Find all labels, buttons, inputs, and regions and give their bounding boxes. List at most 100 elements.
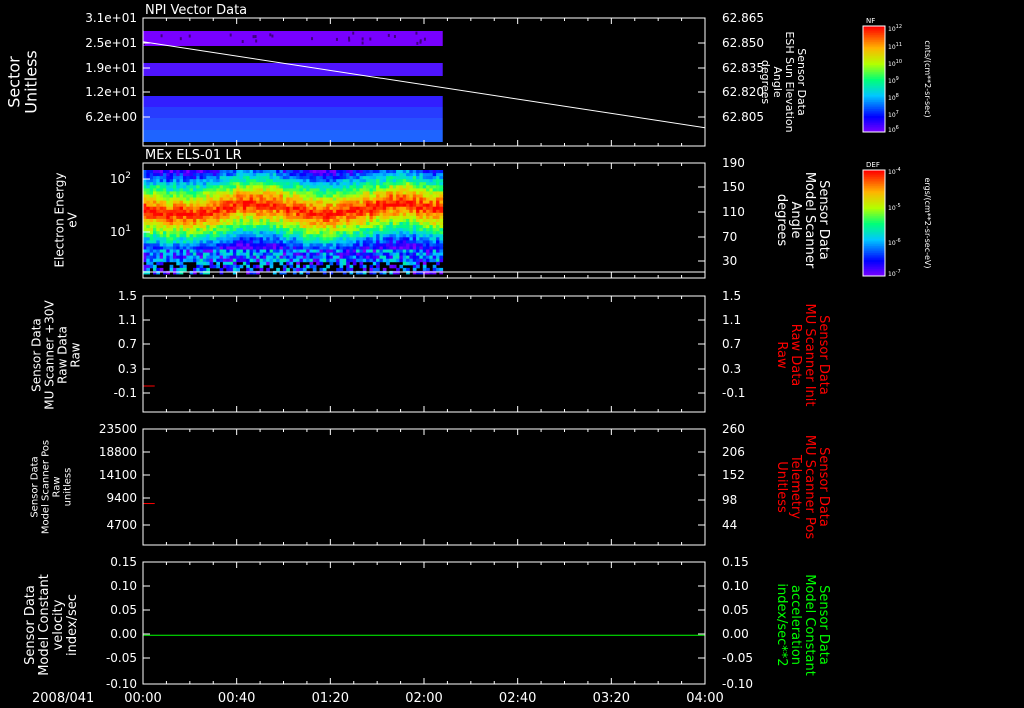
spectrogram-cell (169, 246, 174, 250)
spectrogram-cell (256, 185, 260, 189)
spectrogram-cell (239, 176, 244, 180)
spectrogram-cell (302, 243, 307, 247)
spectrogram-cell (282, 185, 287, 189)
spectrogram-cell (226, 191, 230, 195)
colorbar-label: DEF (866, 161, 880, 169)
spectrogram-cell (306, 179, 310, 183)
spectrogram-cell (416, 249, 420, 253)
spectrogram-cell (219, 218, 224, 223)
spectrogram-cell (322, 225, 327, 229)
spectrogram-cell (143, 218, 147, 223)
spectrogram-cell (386, 203, 390, 208)
spectrogram-cell (326, 200, 330, 205)
spectrogram-cell (289, 231, 294, 235)
spectrogram-cell (359, 170, 364, 174)
spectrogram-cell (226, 218, 230, 223)
spectrogram-cell (299, 170, 304, 174)
spectrogram-cell (229, 212, 234, 217)
spectrogram-cell (409, 182, 414, 186)
spectrogram-cell (339, 237, 344, 241)
spectrogram-cell (193, 170, 197, 174)
spectrogram-cell (296, 225, 300, 229)
spectrogram-cell (359, 212, 364, 217)
spectrogram-cell (406, 237, 410, 241)
spectrogram-cell (399, 228, 404, 232)
spectrogram-cell (163, 206, 167, 211)
spectrogram-cell (262, 255, 267, 260)
spectrogram-cell (349, 215, 354, 220)
spectrogram-cell (362, 228, 367, 232)
spectrogram-cell (289, 258, 294, 263)
spectrogram-cell (322, 200, 327, 205)
spectrogram-cell (183, 258, 187, 263)
spectrogram-cell (262, 176, 267, 180)
spectrogram-cell (339, 252, 344, 257)
spectrogram-cell (396, 267, 400, 272)
spectrogram-cell (166, 228, 170, 232)
spectrogram-cell (396, 243, 400, 247)
spectrogram-cell (252, 249, 257, 253)
spectrogram-cell (226, 185, 230, 189)
spectrogram-cell (156, 194, 160, 198)
spectrogram-cell (173, 191, 177, 195)
spectrogram-cell (412, 237, 417, 241)
spectrogram-cell (216, 243, 220, 247)
spectrogram-cell (429, 182, 434, 186)
spectrogram-cell (306, 215, 310, 220)
spectrogram-cell (242, 212, 247, 217)
spectrogram-cell (432, 252, 437, 257)
spectrogram-cell (193, 246, 197, 250)
spectrogram-cell (392, 209, 397, 214)
spectrogram-cell (206, 249, 210, 253)
spectrogram-cell (202, 270, 207, 275)
spectrogram-cell (372, 212, 377, 217)
spectrogram-cell (372, 215, 377, 220)
spectrogram-cell (332, 234, 337, 238)
spectrogram-cell (379, 200, 384, 205)
right-ytick-label: -0.05 (722, 651, 753, 665)
spectrogram-cell (382, 170, 387, 174)
spectrogram-cell (269, 218, 274, 223)
spectrogram-cell (346, 246, 350, 250)
spectrogram-cell (239, 209, 244, 214)
spectrogram-cell (409, 194, 414, 198)
spectrogram-cell (169, 182, 174, 186)
spectrogram-cell (159, 225, 164, 229)
spectrogram-cell (296, 228, 300, 232)
spectrogram-cell (266, 200, 270, 205)
spectrogram-cell (436, 228, 440, 232)
spectrogram-cell (219, 173, 224, 177)
spectrogram-cell (199, 215, 204, 220)
spectrogram-cell (279, 261, 284, 266)
spectrogram-cell (392, 258, 397, 263)
spectrogram-cell (422, 243, 427, 247)
spectrogram-cell (176, 182, 180, 186)
spectrogram-cell (169, 170, 174, 174)
spectrogram-cell (316, 173, 320, 177)
spectrogram-cell (326, 218, 330, 223)
spectrogram-cell (372, 179, 377, 183)
spectrogram-cell (306, 194, 310, 198)
spectrogram-cell (356, 182, 360, 186)
spectrogram-cell (356, 212, 360, 217)
spectrogram-cell (156, 222, 160, 226)
spectrogram-cell (166, 206, 170, 211)
spectrogram-cell (379, 215, 384, 220)
spectrogram-cell (179, 188, 184, 192)
spectrogram-cell (256, 255, 260, 260)
spectrogram-cell (302, 267, 307, 272)
spectrogram-cell (176, 261, 180, 266)
spectrogram-cell (189, 243, 194, 247)
spectrogram-cell (319, 185, 324, 189)
spectrogram-cell (372, 243, 377, 247)
spectrogram-cell (179, 231, 184, 235)
spectrogram-cell (422, 182, 427, 186)
spectrogram-cell (156, 228, 160, 232)
spectrogram-cell (436, 237, 440, 241)
time-axis: 00:00 00:40 01:20 02:00 02:40 03:20 04:002008/… (32, 691, 724, 706)
colorbar-tick-label: 109 (888, 76, 899, 85)
spectrogram-cell (266, 249, 270, 253)
spectrogram-cell (256, 209, 260, 214)
spectrogram-cell (163, 197, 167, 201)
spectrogram-cell (193, 258, 197, 263)
